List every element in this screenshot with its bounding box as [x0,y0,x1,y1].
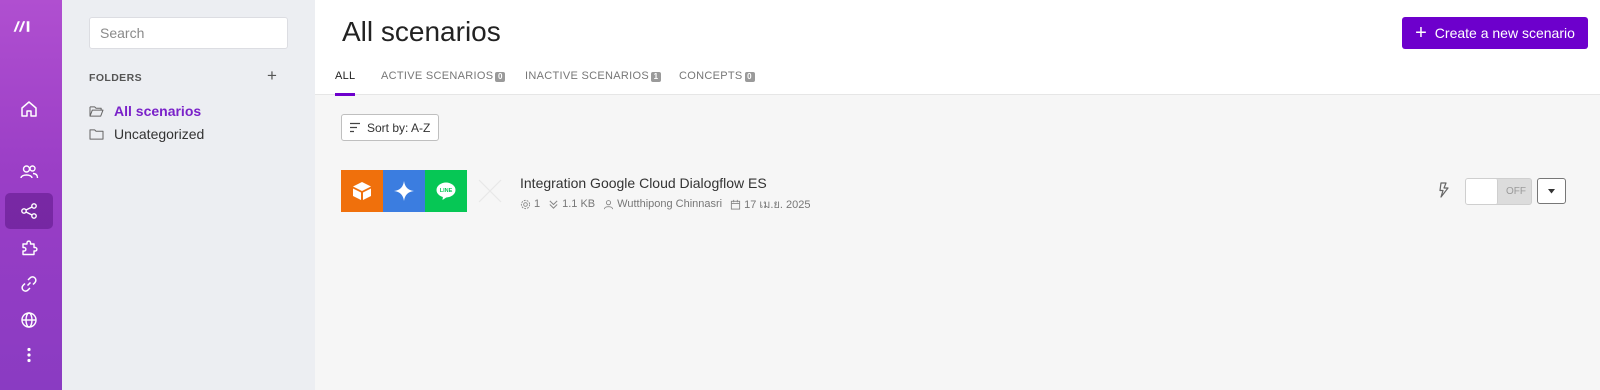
tab-concepts[interactable]: CONCEPTS 0 [679,70,755,96]
count-badge: 0 [495,72,506,82]
tab-all[interactable]: ALL [335,70,356,96]
rail-team[interactable] [5,154,53,190]
count-badge: 1 [650,72,661,82]
placeholder-x-icon [478,179,502,203]
operations-meta: 1 [520,198,540,210]
create-scenario-button[interactable]: + Create a new scenario [1402,17,1588,49]
author-meta: Wutthipong Chinnasri [603,198,722,210]
size-meta: 1.1 KB [548,198,595,210]
count-badge: 0 [744,72,755,82]
left-rail [0,0,62,390]
sort-label: Sort by: A-Z [367,120,431,135]
author-name: Wutthipong Chinnasri [617,198,723,210]
rail-connections[interactable] [5,266,53,302]
caret-down-icon [1548,188,1555,193]
make-logo-icon[interactable] [12,16,50,42]
scenario-options-dropdown[interactable] [1537,178,1566,204]
tab-label: ALL [335,70,356,82]
folders-heading: FOLDERS [89,72,142,84]
plus-icon: + [1415,22,1427,44]
more-vertical-icon [27,347,31,363]
home-icon [21,101,37,117]
folder-item-all-scenarios[interactable]: All scenarios [89,101,201,121]
svg-text:LINE: LINE [440,188,453,194]
create-scenario-label: Create a new scenario [1434,25,1575,41]
user-icon [604,199,614,209]
scenario-app-icons[interactable]: LINE [341,170,467,212]
search-input[interactable] [89,17,288,49]
share-scenarios-icon [21,203,37,219]
tab-label: ACTIVE SCENARIOS [381,70,494,82]
page-title: All scenarios [342,16,501,47]
add-folder-button[interactable]: + [264,67,280,84]
main-content: All scenarios + Create a new scenario AL… [315,0,1600,390]
folder-item-label: All scenarios [114,103,202,119]
folder-open-icon [89,105,104,117]
gear-icon [520,199,531,209]
rail-home[interactable] [5,91,53,127]
folder-icon [89,128,104,140]
data-size: 1.1 KB [562,198,596,210]
rail-scenarios[interactable] [5,193,53,229]
scenario-date: 17 เม.ย. 2025 [744,199,811,211]
toggle-knob [1466,179,1498,204]
users-icon [20,165,39,179]
line-app-icon: LINE [425,170,467,212]
folder-item-uncategorized[interactable]: Uncategorized [89,124,204,144]
sort-button[interactable]: Sort by: A-Z [341,114,439,141]
scenario-name[interactable]: Integration Google Cloud Dialogflow ES [520,175,767,191]
tab-label: INACTIVE SCENARIOS [525,70,649,82]
operations-count: 1 [534,198,541,210]
lightning-icon[interactable] [1437,182,1451,198]
puzzle-icon [22,240,38,256]
toggle-label: OFF [1506,186,1526,197]
sparkle-app-icon [383,170,425,212]
link-icon [21,276,37,292]
page-header: All scenarios + Create a new scenario AL… [315,0,1600,96]
tab-inactive-scenarios[interactable]: INACTIVE SCENARIOS 1 [525,70,661,96]
tab-active-scenarios[interactable]: ACTIVE SCENARIOS 0 [381,70,506,96]
date-meta: 17 เม.ย. 2025 [730,195,811,213]
folder-item-label: Uncategorized [114,126,205,142]
sort-lines-icon [350,122,360,133]
rail-more[interactable] [5,337,53,373]
tab-label: CONCEPTS [679,70,743,82]
scenario-on-off-toggle[interactable]: OFF [1465,178,1532,205]
folders-panel: FOLDERS + All scenarios Uncategorized [62,0,315,390]
chevrons-down-icon [549,199,558,209]
box-app-icon [341,170,383,212]
calendar-icon [731,199,741,210]
globe-icon [21,312,37,328]
rail-webhooks[interactable] [5,302,53,338]
scenario-meta: 1 1.1 KB Wutthipong Chinnasri 17 เม.ย. 2… [520,195,819,213]
rail-apps[interactable] [5,230,53,266]
